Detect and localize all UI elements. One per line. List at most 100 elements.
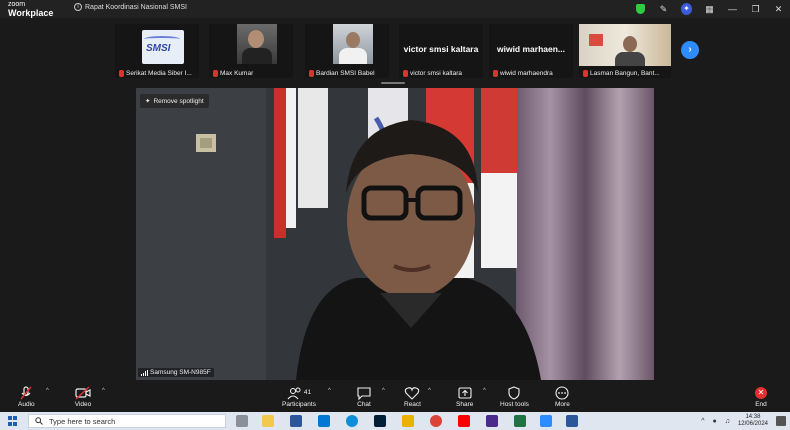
video-button[interactable]: Video — [74, 384, 92, 408]
thumbnail-victor[interactable]: victor smsi kaltara victor smsi kaltara — [399, 24, 483, 78]
host-tools-button[interactable]: Host tools — [500, 384, 529, 408]
ai-companion-icon[interactable]: ✦ — [681, 3, 692, 15]
video-label: Video — [74, 401, 92, 408]
chat-options-caret[interactable]: ^ — [382, 388, 385, 394]
audio-button[interactable]: Audio — [18, 384, 35, 408]
thumbnail-name-text: victor smsi kaltara — [410, 70, 463, 77]
thumbnail-name: Lasman Bangun, Bant... — [579, 70, 671, 77]
taskbar-search-placeholder: Type here to search — [49, 416, 116, 426]
remove-spotlight-button[interactable]: ✦ Remove spotlight — [140, 94, 209, 108]
thumbnail-name: wiwid marhaendra — [489, 70, 573, 77]
mic-icon[interactable]: ● — [712, 418, 716, 425]
task-view-icon[interactable] — [236, 415, 248, 427]
react-button[interactable]: React — [404, 384, 421, 408]
participants-count: 41 — [303, 389, 312, 396]
share-button[interactable]: Share — [456, 384, 473, 408]
zoom-app-icon[interactable] — [540, 415, 552, 427]
windows-icon[interactable] — [8, 416, 18, 426]
pin-icon: ✦ — [145, 98, 151, 105]
word-icon-2[interactable] — [566, 415, 578, 427]
thumbnail-name: Bardian SMSI Babel — [305, 70, 389, 77]
participants-label: Participants — [282, 401, 316, 408]
file-explorer-icon[interactable] — [262, 415, 274, 427]
title-bar: zoom Workplace i Rapat Koordinasi Nasion… — [0, 0, 790, 18]
mail-icon[interactable] — [318, 415, 330, 427]
react-label: React — [404, 401, 421, 408]
participants-options-caret[interactable]: ^ — [328, 388, 331, 394]
folder-icon[interactable] — [402, 415, 414, 427]
brand-logo: zoom Workplace — [8, 1, 53, 18]
mic-off-icon — [213, 70, 218, 77]
mic-off-icon — [403, 70, 408, 77]
youtube-icon[interactable] — [458, 415, 470, 427]
smsi-logo-text: SMSI — [146, 43, 171, 54]
participant-display-name: wiwid marhaen... — [496, 44, 566, 54]
word-icon[interactable] — [290, 415, 302, 427]
restore-icon[interactable]: ❐ — [750, 4, 761, 15]
participant-strip: SMSI Serikat Media Siber I... Max Kumar — [115, 24, 705, 78]
info-icon[interactable]: i — [74, 3, 82, 11]
mic-off-icon — [309, 70, 314, 77]
participant-display-name: victor smsi kaltara — [403, 44, 479, 54]
end-icon: ✕ — [755, 384, 767, 401]
spotlight-video: ✦ Remove spotlight Samsung SM-N985F — [136, 88, 654, 380]
photoshop-icon[interactable] — [374, 415, 386, 427]
speaker-icon[interactable]: ♫ — [725, 418, 730, 425]
participants-button[interactable]: 41 Participants — [282, 384, 316, 408]
close-icon[interactable]: ✕ — [773, 4, 784, 15]
taskbar-clock[interactable]: 14:38 12/06/2024 — [738, 414, 768, 428]
thumbnail-max-kumar[interactable]: Max Kumar — [209, 24, 293, 78]
more-icon — [555, 384, 569, 401]
video-options-caret[interactable]: ^ — [102, 388, 105, 394]
chrome-icon[interactable] — [430, 415, 442, 427]
host-tools-label: Host tools — [500, 401, 529, 408]
windows-taskbar: Type here to search ^ ● ♫ 14:38 12/06/20… — [0, 412, 790, 430]
thumbnail-name: Max Kumar — [209, 70, 293, 77]
participants-icon: 41 — [287, 384, 311, 401]
next-page-button[interactable]: › — [681, 41, 699, 59]
react-options-caret[interactable]: ^ — [428, 388, 431, 394]
camera-feed — [579, 24, 671, 66]
title-bar-actions: ✎ ✦ ▦ — ❐ ✕ — [635, 1, 784, 17]
thumbnail-name: Serikat Media Siber I... — [115, 70, 199, 77]
speaker-device-name: Samsung SM-N985F — [150, 369, 211, 376]
mic-off-icon — [583, 70, 588, 77]
edge-icon[interactable] — [346, 415, 358, 427]
thumbnail-name-text: wiwid marhaendra — [500, 70, 553, 77]
app-icon[interactable] — [486, 415, 498, 427]
chat-label: Chat — [357, 401, 371, 408]
chat-button[interactable]: Chat — [356, 384, 372, 408]
host-tools-icon — [507, 384, 521, 401]
video-off-icon — [74, 384, 92, 401]
thumbnail-lasman[interactable]: Lasman Bangun, Bant... — [579, 24, 671, 78]
thumbnail-wiwid[interactable]: wiwid marhaen... wiwid marhaendra — [489, 24, 573, 78]
more-button[interactable]: More — [555, 384, 570, 408]
minimize-icon[interactable]: — — [727, 4, 738, 15]
audio-options-caret[interactable]: ^ — [46, 388, 49, 394]
mic-off-icon — [493, 70, 498, 77]
smsi-logo: SMSI — [142, 30, 184, 64]
thumbnail-bardian[interactable]: Bardian SMSI Babel — [305, 24, 389, 78]
apps-icon[interactable]: ▦ — [704, 4, 715, 15]
shield-icon[interactable] — [635, 4, 646, 15]
remove-spotlight-label: Remove spotlight — [153, 97, 204, 105]
excel-icon[interactable] — [514, 415, 526, 427]
chat-icon — [356, 384, 372, 401]
mic-off-icon — [119, 70, 124, 77]
clock-date: 12/06/2024 — [737, 421, 768, 427]
taskbar-search-input[interactable]: Type here to search — [28, 414, 226, 428]
meeting-title[interactable]: i Rapat Koordinasi Nasional SMSI — [74, 3, 187, 11]
edit-icon[interactable]: ✎ — [658, 4, 669, 15]
react-icon — [404, 384, 420, 401]
clock-time: 14:38 — [745, 414, 761, 420]
zoom-window: zoom Workplace i Rapat Koordinasi Nasion… — [0, 0, 790, 430]
thumbnail-smsi[interactable]: SMSI Serikat Media Siber I... — [115, 24, 199, 78]
notifications-icon[interactable] — [776, 416, 786, 426]
share-options-caret[interactable]: ^ — [483, 388, 486, 394]
speaker-name-tag: Samsung SM-N985F — [138, 368, 214, 377]
search-icon — [35, 417, 43, 425]
chevron-up-icon[interactable]: ^ — [701, 418, 704, 425]
end-button[interactable]: ✕ End — [755, 384, 767, 408]
meeting-title-text: Rapat Koordinasi Nasional SMSI — [85, 3, 187, 11]
strip-resize-handle[interactable] — [381, 82, 405, 84]
